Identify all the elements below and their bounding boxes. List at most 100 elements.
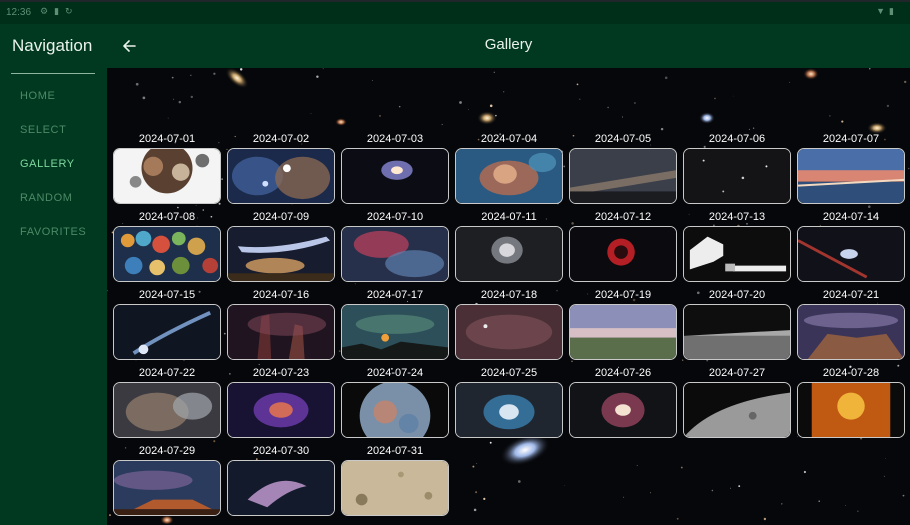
gallery-thumbnail[interactable] — [341, 148, 449, 204]
gallery-item[interactable]: 2024-07-29 — [113, 444, 221, 516]
gallery-item[interactable]: 2024-07-16 — [227, 288, 335, 360]
gallery-item[interactable]: 2024-07-19 — [569, 288, 677, 360]
gallery-thumbnail[interactable] — [569, 148, 677, 204]
gallery-item-date: 2024-07-05 — [594, 133, 652, 145]
gallery-item-date: 2024-07-04 — [480, 133, 538, 145]
gallery-item-date: 2024-07-30 — [252, 445, 310, 457]
gallery-item-date: 2024-07-14 — [822, 211, 880, 223]
gallery-item[interactable]: 2024-07-15 — [113, 288, 221, 360]
gallery-item[interactable]: 2024-07-31 — [341, 444, 449, 516]
gallery-thumbnail[interactable] — [797, 304, 905, 360]
gallery-thumbnail[interactable] — [683, 226, 791, 282]
nav-item-gallery[interactable]: GALLERY — [20, 158, 75, 170]
gallery-item-date: 2024-07-07 — [822, 133, 880, 145]
drawer-title: Navigation — [12, 36, 93, 55]
drawer-divider — [11, 73, 95, 74]
gallery-item-date: 2024-07-26 — [594, 367, 652, 379]
status-left-icons: ⚙▮↻ — [40, 6, 79, 17]
gallery-item-date: 2024-07-10 — [366, 211, 424, 223]
gallery-thumbnail[interactable] — [227, 382, 335, 438]
gallery-item[interactable]: 2024-07-11 — [455, 210, 563, 282]
gallery-item[interactable]: 2024-07-02 — [227, 132, 335, 204]
gallery-item[interactable]: 2024-07-03 — [341, 132, 449, 204]
page-title: Gallery — [484, 36, 533, 53]
gallery-item-date: 2024-07-09 — [252, 211, 310, 223]
gallery-thumbnail[interactable] — [683, 148, 791, 204]
gallery-item[interactable]: 2024-07-08 — [113, 210, 221, 282]
gallery-thumbnail[interactable] — [227, 148, 335, 204]
gallery-item[interactable]: 2024-07-22 — [113, 366, 221, 438]
gallery-item[interactable]: 2024-07-26 — [569, 366, 677, 438]
gallery-item[interactable]: 2024-07-01 — [113, 132, 221, 204]
gallery-item-date: 2024-07-27 — [708, 367, 766, 379]
app-window: 12:36 ⚙▮↻ ▼▮ Navigation HOME SELECT GALL… — [0, 0, 910, 525]
gallery-thumbnail[interactable] — [455, 382, 563, 438]
gallery-item[interactable]: 2024-07-23 — [227, 366, 335, 438]
gallery-thumbnail[interactable] — [227, 460, 335, 516]
gallery-item-date: 2024-07-25 — [480, 367, 538, 379]
sim-card-icon: ▮ — [54, 6, 66, 16]
gallery-item-date: 2024-07-28 — [822, 367, 880, 379]
gallery-item[interactable]: 2024-07-14 — [797, 210, 905, 282]
gallery-item-date: 2024-07-24 — [366, 367, 424, 379]
gallery-item[interactable]: 2024-07-17 — [341, 288, 449, 360]
gallery-thumbnail[interactable] — [341, 304, 449, 360]
status-time: 12:36 — [6, 7, 32, 18]
gallery-grid: 2024-07-01 2024-07-02 2024-07-03 2024-07-04… — [107, 68, 910, 525]
gallery-thumbnail[interactable] — [113, 382, 221, 438]
gallery-item[interactable]: 2024-07-21 — [797, 288, 905, 360]
gallery-item[interactable]: 2024-07-09 — [227, 210, 335, 282]
gallery-item-date: 2024-07-16 — [252, 289, 310, 301]
battery-icon: ▮ — [889, 6, 898, 16]
gallery-thumbnail[interactable] — [683, 304, 791, 360]
gallery-thumbnail[interactable] — [113, 460, 221, 516]
nav-item-home[interactable]: HOME — [20, 90, 55, 102]
gallery-item[interactable]: 2024-07-07 — [797, 132, 905, 204]
gallery-thumbnail[interactable] — [227, 304, 335, 360]
gallery-thumbnail[interactable] — [797, 148, 905, 204]
gallery-thumbnail[interactable] — [341, 460, 449, 516]
gallery-item-date: 2024-07-06 — [708, 133, 766, 145]
gallery-thumbnail[interactable] — [797, 226, 905, 282]
gallery-thumbnail[interactable] — [227, 226, 335, 282]
gallery-item[interactable]: 2024-07-25 — [455, 366, 563, 438]
gallery-item-date: 2024-07-23 — [252, 367, 310, 379]
gallery-item[interactable]: 2024-07-20 — [683, 288, 791, 360]
gallery-item[interactable]: 2024-07-04 — [455, 132, 563, 204]
gallery-item-date: 2024-07-21 — [822, 289, 880, 301]
gallery-thumbnail[interactable] — [569, 382, 677, 438]
nav-item-favorites[interactable]: FAVORITES — [20, 226, 86, 238]
gallery-item[interactable]: 2024-07-18 — [455, 288, 563, 360]
settings-icon: ⚙ — [40, 6, 55, 16]
gallery-content[interactable]: 2024-07-01 2024-07-02 2024-07-03 2024-07-04… — [107, 68, 910, 525]
nav-item-select[interactable]: SELECT — [20, 124, 66, 136]
gallery-item[interactable]: 2024-07-12 — [569, 210, 677, 282]
gallery-item-date: 2024-07-02 — [252, 133, 310, 145]
gallery-item[interactable]: 2024-07-13 — [683, 210, 791, 282]
gallery-thumbnail[interactable] — [113, 226, 221, 282]
nav-item-random[interactable]: RANDOM — [20, 192, 73, 204]
gallery-thumbnail[interactable] — [341, 226, 449, 282]
gallery-item[interactable]: 2024-07-24 — [341, 366, 449, 438]
gallery-thumbnail[interactable] — [455, 148, 563, 204]
gallery-thumbnail[interactable] — [113, 148, 221, 204]
gallery-item[interactable]: 2024-07-05 — [569, 132, 677, 204]
gallery-thumbnail[interactable] — [113, 304, 221, 360]
gallery-item[interactable]: 2024-07-28 — [797, 366, 905, 438]
sync-icon: ↻ — [65, 6, 79, 16]
gallery-item[interactable]: 2024-07-10 — [341, 210, 449, 282]
gallery-item[interactable]: 2024-07-06 — [683, 132, 791, 204]
gallery-thumbnail[interactable] — [341, 382, 449, 438]
gallery-item[interactable]: 2024-07-30 — [227, 444, 335, 516]
top-app-bar: Gallery — [107, 24, 910, 68]
gallery-thumbnail[interactable] — [455, 304, 563, 360]
gallery-thumbnail[interactable] — [683, 382, 791, 438]
gallery-item[interactable]: 2024-07-27 — [683, 366, 791, 438]
gallery-thumbnail[interactable] — [569, 304, 677, 360]
gallery-thumbnail[interactable] — [455, 226, 563, 282]
gallery-item-date: 2024-07-08 — [138, 211, 196, 223]
status-right-icons: ▼▮ — [876, 6, 898, 17]
gallery-item-date: 2024-07-01 — [138, 133, 196, 145]
gallery-thumbnail[interactable] — [569, 226, 677, 282]
gallery-thumbnail[interactable] — [797, 382, 905, 438]
